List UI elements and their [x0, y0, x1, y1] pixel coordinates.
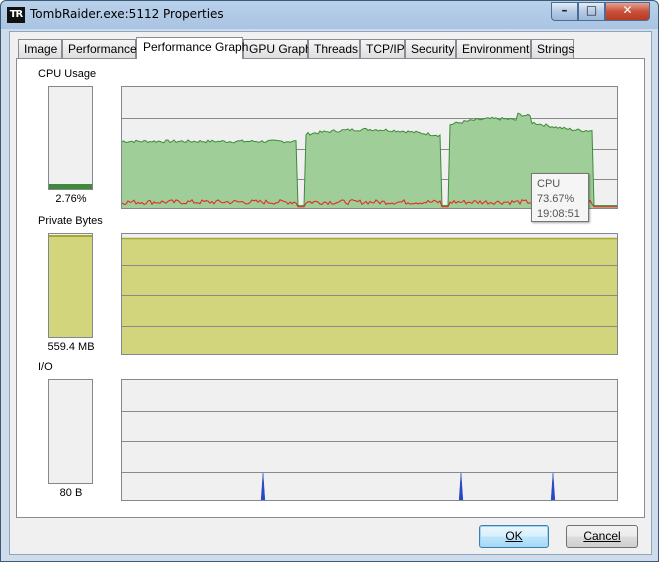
ok-button-label: OK: [505, 529, 523, 543]
io-graph: [121, 379, 618, 501]
tab-tcpip[interactable]: TCP/IP: [360, 39, 405, 58]
cancel-button[interactable]: Cancel: [566, 525, 638, 548]
tab-environment[interactable]: Environment: [456, 39, 531, 58]
ok-button[interactable]: OK: [479, 525, 549, 548]
tab-performance-graph[interactable]: Performance Graph: [136, 37, 248, 59]
close-button[interactable]: ✕: [605, 2, 650, 21]
io-spike: [458, 472, 464, 500]
private-bytes-graph: [121, 233, 618, 355]
title-bar[interactable]: TR TombRaider.exe:5112 Properties – □ ✕: [1, 1, 658, 29]
cpu-usage-value: 2.76%: [55, 193, 87, 205]
tab-image[interactable]: Image: [18, 39, 62, 58]
tab-strings[interactable]: Strings: [531, 39, 574, 58]
io-graph-canvas: [122, 411, 617, 500]
tab-gpu-graph[interactable]: GPU Graph: [243, 39, 312, 58]
private-bytes-area: [122, 238, 617, 354]
cancel-button-label: Cancel: [583, 529, 621, 543]
minimize-button[interactable]: –: [551, 2, 578, 21]
tooltip-time: 19:08:51: [537, 208, 580, 220]
cpu-gauge-fill: [49, 184, 92, 189]
io-label: I/O: [38, 361, 53, 373]
properties-window: TR TombRaider.exe:5112 Properties – □ ✕ …: [0, 0, 659, 562]
cpu-tooltip: CPU 73.67% 19:08:51: [531, 173, 589, 222]
io-gauge: [48, 379, 93, 484]
maximize-button[interactable]: □: [578, 2, 605, 21]
cpu-gauge: [48, 86, 93, 190]
private-bytes-canvas: [122, 237, 617, 354]
app-icon: TR: [7, 7, 25, 23]
tab-performance[interactable]: Performance: [62, 39, 137, 58]
window-title: TombRaider.exe:5112 Properties: [30, 7, 224, 21]
io-spike: [550, 472, 556, 500]
private-bytes-gauge: [48, 233, 93, 338]
io-value: 80 B: [59, 487, 83, 499]
private-bytes-label: Private Bytes: [38, 215, 103, 227]
private-bytes-gauge-fill: [49, 235, 92, 337]
tooltip-value: 73.67%: [537, 193, 575, 205]
tab-security[interactable]: Security: [405, 39, 456, 58]
tab-threads[interactable]: Threads: [308, 39, 360, 58]
cpu-usage-label: CPU Usage: [38, 68, 97, 80]
performance-graph-panel: CPU Usage 2.76% CPU 73.67% 19:08:51 Priv…: [16, 58, 645, 518]
tooltip-series-name: CPU: [537, 178, 561, 190]
io-spike: [260, 472, 266, 500]
dialog-client-area: Image Performance Performance Graph GPU …: [9, 31, 652, 555]
private-bytes-value: 559.4 MB: [47, 341, 95, 353]
